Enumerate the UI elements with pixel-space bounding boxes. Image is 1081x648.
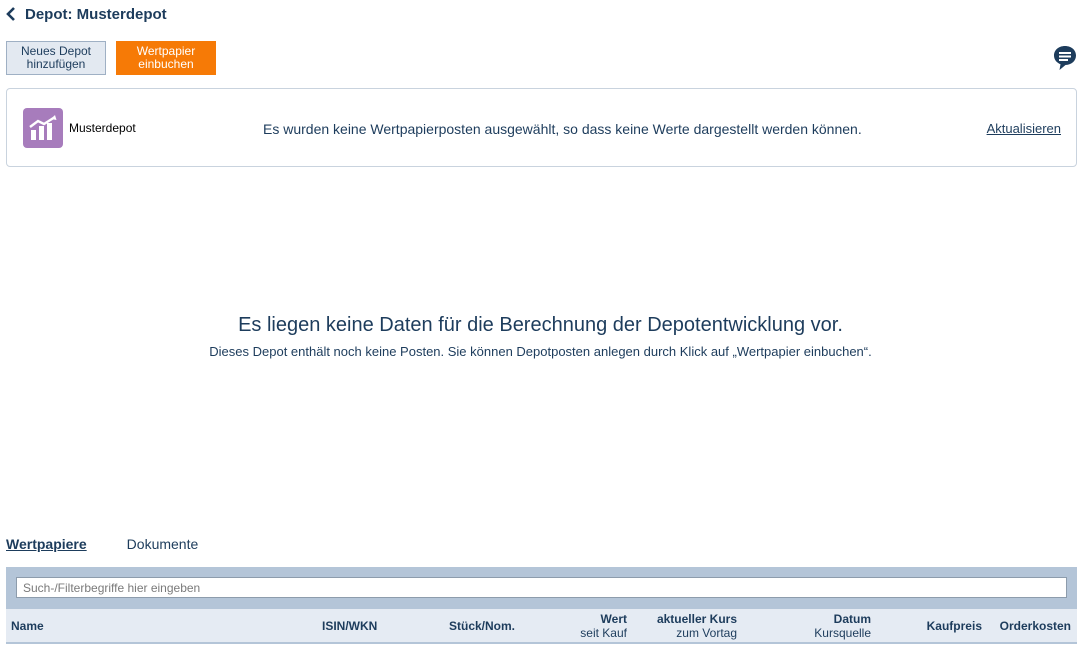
column-header-date[interactable]: Datum Kursquelle	[814, 612, 871, 640]
filter-bar	[6, 567, 1077, 609]
column-header-isin[interactable]: ISIN/WKN	[322, 619, 377, 633]
tab-bar: Wertpapiere Dokumente	[6, 536, 198, 552]
tab-dokumente[interactable]: Dokumente	[127, 536, 199, 552]
tab-wertpapiere[interactable]: Wertpapiere	[6, 536, 87, 552]
book-security-button[interactable]: Wertpapier einbuchen	[116, 41, 216, 75]
chat-bubble-icon[interactable]	[1053, 45, 1077, 71]
page-header: Depot: Musterdepot	[6, 5, 167, 23]
column-header-purchase-price[interactable]: Kaufpreis	[927, 619, 982, 633]
empty-state-title: Es liegen keine Daten für die Berechnung…	[238, 314, 843, 336]
column-header-value-label: Wert	[600, 612, 627, 626]
depot-info-panel: Musterdepot Es wurden keine Wertpapierpo…	[6, 88, 1077, 167]
column-header-value[interactable]: Wert seit Kauf	[580, 612, 627, 640]
column-header-current-price-sub: zum Vortag	[676, 626, 737, 640]
page-title: Depot: Musterdepot	[25, 5, 167, 23]
column-header-value-sub: seit Kauf	[580, 626, 627, 640]
column-header-date-label: Datum	[833, 612, 871, 626]
column-header-current-price[interactable]: aktueller Kurs zum Vortag	[657, 612, 737, 640]
column-header-name[interactable]: Name	[11, 619, 44, 633]
depot-name: Musterdepot	[69, 121, 136, 135]
no-selection-message: Es wurden keine Wertpapierposten ausgewä…	[263, 121, 862, 137]
refresh-link[interactable]: Aktualisieren	[987, 121, 1061, 136]
chevron-left-icon[interactable]	[6, 5, 20, 23]
column-header-quantity[interactable]: Stück/Nom.	[449, 619, 515, 633]
column-header-date-sub: Kursquelle	[814, 626, 871, 640]
search-input[interactable]	[16, 577, 1067, 598]
column-header-order-costs[interactable]: Orderkosten	[1000, 619, 1071, 633]
table-header: Name ISIN/WKN Stück/Nom. Wert seit Kauf …	[6, 609, 1077, 644]
empty-state-subtitle: Dieses Depot enthält noch keine Posten. …	[209, 344, 872, 359]
column-header-current-price-label: aktueller Kurs	[656, 612, 737, 626]
depot-chart-icon	[23, 108, 63, 148]
add-depot-button[interactable]: Neues Depot hinzufügen	[6, 41, 106, 75]
